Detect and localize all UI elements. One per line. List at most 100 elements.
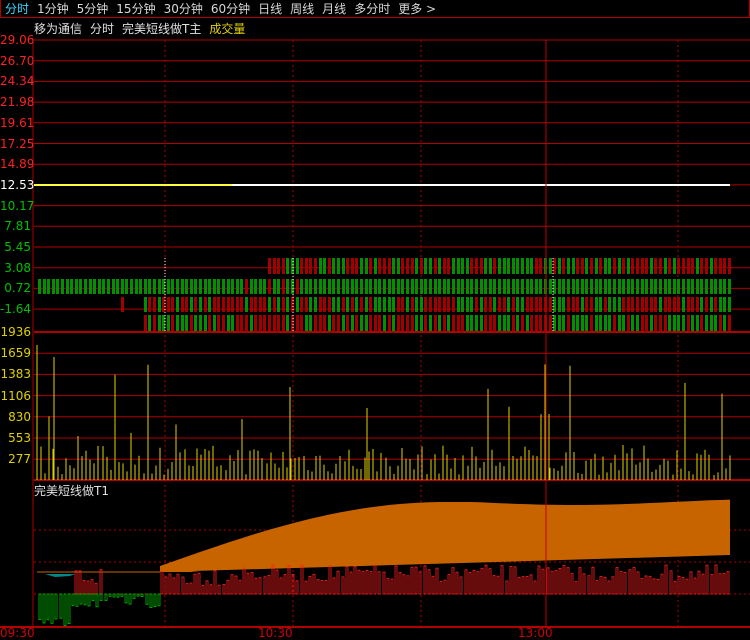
signal-block <box>314 258 317 274</box>
signal-block <box>406 279 409 294</box>
signal-block <box>631 279 634 294</box>
indicator-bar-red <box>279 577 283 595</box>
indicator-bar-red <box>677 575 681 595</box>
signal-block <box>507 315 510 331</box>
indicator-bar-red <box>361 570 365 595</box>
signal-block <box>300 297 303 312</box>
signal-block <box>328 258 331 274</box>
signal-block <box>245 297 248 312</box>
signal-block <box>323 279 326 294</box>
signal-block <box>314 279 317 294</box>
indicator-bar-green <box>95 593 99 608</box>
signal-block <box>217 297 220 312</box>
indicator-bar-red <box>349 571 353 595</box>
signal-block <box>181 279 184 294</box>
signal-block <box>282 258 285 274</box>
signal-block <box>369 279 372 294</box>
signal-block <box>581 297 584 312</box>
indicator-bar-red <box>459 576 463 595</box>
indicator-bar-red <box>640 578 644 595</box>
volume-tick: 1106 <box>0 388 31 403</box>
signal-block <box>650 279 653 294</box>
signal-block <box>581 279 584 294</box>
signal-block <box>392 315 395 331</box>
signal-block <box>181 297 184 312</box>
indicator-bar-red <box>275 569 279 595</box>
signal-block <box>461 297 464 312</box>
signal-block <box>447 258 450 274</box>
signal-block <box>604 258 607 274</box>
signal-block <box>185 315 188 331</box>
signal-block <box>378 297 381 312</box>
signal-block <box>199 279 202 294</box>
signal-block <box>397 279 400 294</box>
signal-block <box>360 258 363 274</box>
signal-block <box>236 315 239 331</box>
intraday-chart[interactable] <box>0 0 750 632</box>
volume-tick: 1659 <box>0 346 31 361</box>
signal-block <box>383 297 386 312</box>
indicator-bar-red <box>86 580 90 595</box>
signal-block <box>572 297 575 312</box>
signal-block <box>319 297 322 312</box>
signal-block <box>549 297 552 312</box>
signal-block <box>673 315 676 331</box>
signal-block <box>144 315 147 331</box>
signal-block <box>332 279 335 294</box>
signal-block <box>516 258 519 274</box>
signal-block <box>590 315 593 331</box>
signal-block <box>434 258 437 274</box>
indicator-bar-red <box>406 575 410 595</box>
signal-block <box>710 315 713 331</box>
signal-block <box>84 279 87 294</box>
signal-block <box>659 297 662 312</box>
price-tick: 24.34 <box>0 74 35 89</box>
signal-block <box>452 279 455 294</box>
signal-block <box>604 315 607 331</box>
signal-block <box>392 258 395 274</box>
signal-block <box>512 297 515 312</box>
signal-block <box>263 297 266 312</box>
indicator-bar-red <box>468 572 472 595</box>
signal-block <box>190 279 193 294</box>
signal-block <box>512 258 515 274</box>
signal-block <box>332 297 335 312</box>
signal-block <box>208 315 211 331</box>
time-tick: 10:30 <box>258 626 293 640</box>
indicator-bar-red <box>373 564 377 595</box>
price-tick: 0.72 <box>4 281 31 296</box>
indicator-bar-red <box>336 570 340 595</box>
indicator-bar-red <box>464 569 468 595</box>
signal-block <box>144 279 147 294</box>
signal-block <box>631 315 634 331</box>
signal-block <box>521 315 524 331</box>
signal-block <box>521 258 524 274</box>
signal-block <box>728 297 731 312</box>
indicator-bar-red <box>660 573 664 595</box>
signal-block <box>558 258 561 274</box>
signal-block <box>480 297 483 312</box>
indicator-bar-green <box>136 593 140 597</box>
indicator-bar-green <box>153 593 157 608</box>
signal-block <box>429 258 432 274</box>
signal-block <box>599 315 602 331</box>
price-tick: 29.06 <box>0 33 35 47</box>
signal-block <box>507 279 510 294</box>
signal-block <box>562 279 565 294</box>
signal-block <box>696 258 699 274</box>
signal-block <box>217 315 220 331</box>
signal-block <box>121 279 124 294</box>
signal-block <box>309 279 312 294</box>
indicator-bar-red <box>505 580 509 595</box>
signal-block <box>700 297 703 312</box>
indicator-bar-red <box>176 573 180 595</box>
indicator-bar-red <box>496 575 500 595</box>
signal-block <box>457 315 460 331</box>
signal-block <box>351 279 354 294</box>
signal-block <box>300 258 303 274</box>
signal-block <box>530 315 533 331</box>
signal-block <box>342 258 345 274</box>
signal-block <box>599 279 602 294</box>
signal-block <box>342 279 345 294</box>
signal-block <box>668 297 671 312</box>
